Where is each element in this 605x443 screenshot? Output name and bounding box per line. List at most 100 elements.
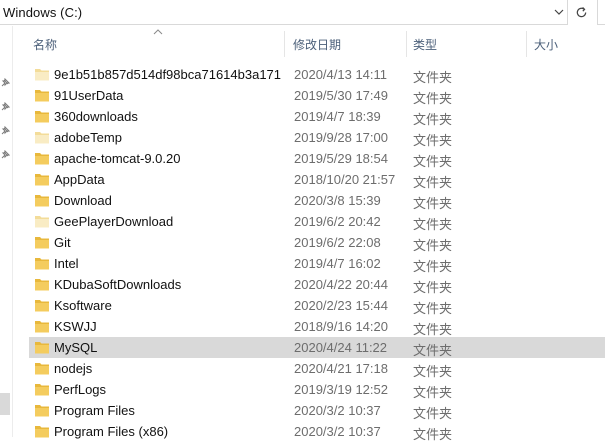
file-row[interactable]: KDubaSoftDownloads 2020/4/22 20:44 文件夹 [29, 274, 605, 295]
file-name: Git [54, 235, 71, 250]
file-type: 文件夹 [413, 238, 453, 253]
file-modified-date: 2019/4/7 18:39 [294, 109, 381, 124]
refresh-button[interactable] [572, 3, 590, 21]
file-name: Program Files [54, 403, 135, 418]
file-type: 文件夹 [413, 70, 453, 85]
search-box-edge[interactable] [597, 0, 605, 25]
file-modified-date: 2020/3/2 10:37 [294, 403, 381, 418]
file-type: 文件夹 [413, 427, 453, 442]
file-modified-date: 2019/6/2 20:42 [294, 214, 381, 229]
pin-icon[interactable] [0, 126, 10, 136]
file-type: 文件夹 [413, 406, 453, 421]
file-name: GeePlayerDownload [54, 214, 174, 229]
file-type: 文件夹 [413, 196, 453, 211]
file-type: 文件夹 [413, 175, 453, 190]
folder-icon [35, 153, 49, 165]
navigation-pane [0, 26, 13, 437]
column-header-type[interactable]: 类型 [413, 31, 437, 59]
file-modified-date: 2019/3/19 12:52 [294, 382, 388, 397]
sort-ascending-icon [153, 29, 163, 35]
chevron-down-icon [554, 9, 564, 15]
file-modified-date: 2019/5/29 18:54 [294, 151, 388, 166]
column-header-size[interactable]: 大小 [534, 31, 558, 59]
nav-selected-item[interactable] [0, 393, 10, 415]
file-name: adobeTemp [54, 130, 122, 145]
file-modified-date: 2019/6/2 22:08 [294, 235, 381, 250]
file-row[interactable]: 360downloads 2019/4/7 18:39 文件夹 [29, 106, 605, 127]
file-row[interactable]: Intel 2019/4/7 16:02 文件夹 [29, 253, 605, 274]
file-modified-date: 2018/10/20 21:57 [294, 172, 396, 187]
column-header-name[interactable]: 名称 [33, 31, 57, 59]
column-header-date[interactable]: 修改日期 [293, 31, 341, 59]
folder-icon [35, 300, 49, 312]
file-type: 文件夹 [413, 112, 453, 127]
folder-icon [35, 174, 49, 186]
folder-faded-icon [35, 69, 49, 81]
file-type: 文件夹 [413, 364, 453, 379]
column-divider[interactable] [284, 31, 285, 57]
file-type: 文件夹 [413, 259, 453, 274]
folder-icon [35, 195, 49, 207]
file-row[interactable]: 9e1b51b857d514df98bca71614b3a171 2020/4/1… [29, 64, 605, 85]
pin-icon[interactable] [0, 102, 10, 112]
folder-icon [35, 363, 49, 375]
file-row[interactable]: adobeTemp 2019/9/28 17:00 文件夹 [29, 127, 605, 148]
file-modified-date: 2020/2/23 15:44 [294, 298, 388, 313]
file-modified-date: 2020/3/8 15:39 [294, 193, 381, 208]
address-bar[interactable]: Windows (C:) [0, 0, 568, 25]
folder-icon [35, 237, 49, 249]
file-row[interactable]: GeePlayerDownload 2019/6/2 20:42 文件夹 [29, 211, 605, 232]
file-name: nodejs [54, 361, 93, 376]
file-row[interactable]: Git 2019/6/2 22:08 文件夹 [29, 232, 605, 253]
file-row[interactable]: nodejs 2020/4/21 17:18 文件夹 [29, 358, 605, 379]
folder-icon [35, 405, 49, 417]
file-name: AppData [54, 172, 105, 187]
file-modified-date: 2020/4/13 14:11 [294, 67, 388, 82]
file-name: apache-tomcat-9.0.20 [54, 151, 181, 166]
address-dropdown-button[interactable] [551, 0, 567, 24]
folder-icon [35, 342, 49, 354]
file-name: 9e1b51b857d514df98bca71614b3a171 [54, 67, 282, 82]
file-type: 文件夹 [413, 154, 453, 169]
file-row[interactable]: apache-tomcat-9.0.20 2019/5/29 18:54 文件夹 [29, 148, 605, 169]
file-modified-date: 2020/4/21 17:18 [294, 361, 388, 376]
folder-icon [35, 258, 49, 270]
pin-icon[interactable] [0, 150, 10, 160]
column-header: 名称 修改日期 类型 大小 [14, 29, 605, 59]
file-modified-date: 2019/4/7 16:02 [294, 256, 381, 271]
file-modified-date: 2020/4/22 20:44 [294, 277, 388, 292]
file-name: Ksoftware [54, 298, 112, 313]
column-divider[interactable] [526, 31, 527, 57]
file-name: MySQL [54, 340, 98, 355]
file-row[interactable]: MySQL 2020/4/24 11:22 文件夹 [29, 337, 605, 358]
address-path[interactable]: Windows (C:) [3, 5, 82, 20]
folder-icon [35, 111, 49, 123]
file-name: 91UserData [54, 88, 124, 103]
refresh-icon [576, 6, 586, 17]
file-name: Download [54, 193, 112, 208]
file-type: 文件夹 [413, 133, 453, 148]
file-type: 文件夹 [413, 322, 453, 337]
file-name: KDubaSoftDownloads [54, 277, 182, 292]
file-modified-date: 2020/4/24 11:22 [294, 340, 388, 355]
folder-icon [35, 384, 49, 396]
file-row[interactable]: KSWJJ 2018/9/16 14:20 文件夹 [29, 316, 605, 337]
folder-icon [35, 90, 49, 102]
folder-icon [35, 279, 49, 291]
file-row[interactable]: PerfLogs 2019/3/19 12:52 文件夹 [29, 379, 605, 400]
file-modified-date: 2018/9/16 14:20 [294, 319, 388, 334]
file-row[interactable]: AppData 2018/10/20 21:57 文件夹 [29, 169, 605, 190]
file-type: 文件夹 [413, 91, 453, 106]
file-row[interactable]: Program Files (x86) 2020/3/2 10:37 文件夹 [29, 421, 605, 442]
column-divider[interactable] [406, 31, 407, 57]
pin-icon[interactable] [0, 78, 10, 88]
file-row[interactable]: 91UserData 2019/5/30 17:49 文件夹 [29, 85, 605, 106]
file-modified-date: 2019/9/28 17:00 [294, 130, 388, 145]
folder-icon [35, 321, 49, 333]
file-type: 文件夹 [413, 217, 453, 232]
file-row[interactable]: Ksoftware 2020/2/23 15:44 文件夹 [29, 295, 605, 316]
folder-faded-icon [35, 216, 49, 228]
file-row[interactable]: Download 2020/3/8 15:39 文件夹 [29, 190, 605, 211]
file-row[interactable]: Program Files 2020/3/2 10:37 文件夹 [29, 400, 605, 421]
file-name: PerfLogs [54, 382, 107, 397]
